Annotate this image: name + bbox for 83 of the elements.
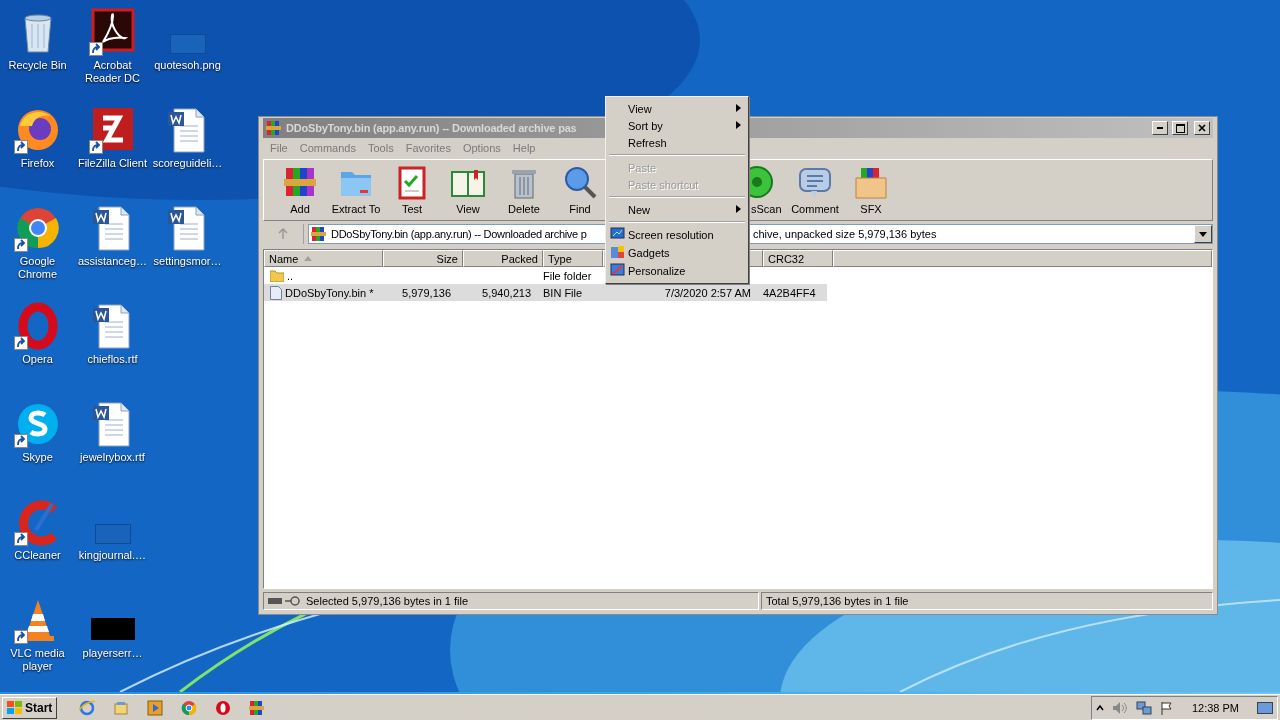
desktop-icon[interactable]: Skype: [0, 400, 75, 464]
status-text: Selected 5,979,136 bytes in 1 file: [306, 595, 469, 607]
column-header[interactable]: CRC32: [763, 250, 833, 267]
menu-item[interactable]: Personalize: [607, 262, 747, 280]
drive-key-icon: [268, 596, 302, 606]
paint-icon: [610, 263, 626, 279]
toolbar-button[interactable]: SFX: [843, 160, 899, 220]
desktop-icon[interactable]: assistanceg…: [75, 204, 150, 268]
toolbar-button[interactable]: Comment: [787, 160, 843, 220]
table-cell-text: BIN File: [542, 286, 584, 299]
table-cell-text: File folder: [542, 269, 593, 282]
minimize-button[interactable]: [1152, 121, 1168, 135]
toolbar-button[interactable]: Extract To: [328, 160, 384, 220]
maximize-icon: [1175, 123, 1185, 133]
media-player-icon: [147, 699, 164, 716]
speaker-icon: [1111, 700, 1128, 715]
file-icon: [270, 285, 282, 300]
archive-icon: [311, 226, 327, 242]
search-icon: [562, 164, 598, 200]
folder-icon: [113, 699, 130, 716]
desktop-icon[interactable]: Opera: [0, 302, 75, 366]
desktop-icon[interactable]: chieflos.rtf: [75, 302, 150, 366]
browser-icon: [215, 699, 232, 716]
clock: 12:38 PM: [1190, 701, 1240, 714]
browser-icon: [79, 699, 96, 716]
window-title: DDoSbyTony.bin (app.any.run) -- Downloaded archive pas: [286, 122, 577, 134]
gadgets-icon: [610, 245, 626, 261]
menu-item[interactable]: Screen resolution: [607, 226, 747, 244]
file-row[interactable]: DDoSbyTony.bin * 5,979,136 5,940,213 BIN File 7/3/2020 2:57 AM 4A2B4FF4: [264, 284, 827, 301]
column-header[interactable]: Type: [543, 250, 603, 267]
flag-icon: [1159, 700, 1174, 715]
toolbar-button[interactable]: View: [440, 160, 496, 220]
windows-logo-icon: [7, 700, 23, 715]
dropdown-button[interactable]: [1194, 225, 1212, 243]
table-cell-text: 5,940,213: [481, 286, 532, 299]
up-arrow-icon: [277, 228, 289, 240]
name-cell: ..: [264, 269, 377, 282]
file-thumbnail-icon: [94, 524, 131, 544]
toolbar-button[interactable]: Add: [272, 160, 328, 220]
minimize-icon: [1157, 127, 1163, 129]
file-thumbnail-icon: [90, 618, 135, 640]
desktop-icon[interactable]: playerserr…: [75, 596, 150, 660]
menu-item[interactable]: Refresh: [607, 134, 747, 151]
desktop-icon[interactable]: Recycle Bin: [0, 8, 75, 72]
close-button[interactable]: [1194, 121, 1210, 135]
desktop-icon[interactable]: FileZilla Client: [75, 106, 150, 170]
column-header[interactable]: Size: [383, 250, 463, 267]
menu-item[interactable]: New: [607, 201, 747, 218]
status-text: Total 5,979,136 bytes in 1 file: [766, 595, 909, 607]
table-cell-text: 4A2B4FF4: [762, 286, 817, 299]
menu-item[interactable]: Gadgets: [607, 244, 747, 262]
network-icon: [1135, 700, 1152, 715]
desktop-icon[interactable]: Firefox: [0, 106, 75, 170]
desktop-icon[interactable]: settingsmor…: [150, 204, 225, 268]
name-cell: DDoSbyTony.bin *: [264, 285, 377, 300]
table-cell-text: 7/3/2020 2:57 AM: [663, 286, 752, 299]
column-header[interactable]: Name: [264, 250, 383, 267]
show-desktop-icon[interactable]: [1257, 701, 1273, 714]
close-icon: [1198, 124, 1206, 132]
desktop-icon[interactable]: kingjournal.…: [75, 498, 150, 562]
folder-icon: [270, 269, 284, 282]
desktop-icon[interactable]: CCleaner: [0, 498, 75, 562]
maximize-button[interactable]: [1172, 121, 1188, 135]
table-cell-text: 5,979,136: [401, 286, 452, 299]
menu-item[interactable]: View: [607, 100, 747, 117]
browser-icon: [181, 699, 198, 716]
desktop-icon[interactable]: scoreguideli…: [150, 106, 225, 170]
desktop-icon[interactable]: VLC media player: [0, 596, 75, 673]
start-button[interactable]: Start: [2, 696, 58, 719]
archive-icon: [249, 699, 266, 716]
menu-item[interactable]: Sort by: [607, 117, 747, 134]
chevron-up-icon: [1095, 703, 1104, 712]
desktop-icon[interactable]: Google Chrome: [0, 204, 75, 281]
toolbar-button[interactable]: Test: [384, 160, 440, 220]
toolbar-button[interactable]: Find: [552, 160, 608, 220]
column-header[interactable]: Packed: [463, 250, 543, 267]
desktop-icon[interactable]: quotesoh.png: [150, 8, 225, 72]
toolbar-button[interactable]: Delete: [496, 160, 552, 220]
archive-icon: [266, 120, 282, 136]
file-thumbnail-icon: [169, 34, 206, 54]
desktop-icon[interactable]: Acrobat Reader DC: [75, 8, 150, 85]
caret-icon: [1199, 231, 1207, 237]
desktop-icon[interactable]: jewelrybox.rtf: [75, 400, 150, 464]
